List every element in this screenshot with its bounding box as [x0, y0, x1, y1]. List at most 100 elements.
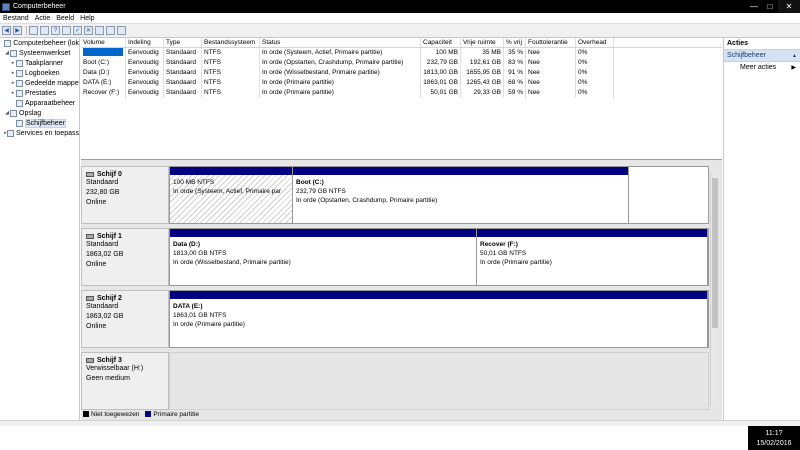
column-header-vrije-ruimte[interactable]: Vrije ruimte — [461, 38, 504, 47]
minimize-button[interactable]: — — [746, 0, 762, 13]
legend-label: Primaire partitie — [153, 410, 199, 418]
partition-recover-f[interactable]: Recover (F:) 50,01 GB NTFS In orde (Prim… — [477, 229, 708, 285]
column-header-indeling[interactable]: Indeling — [126, 38, 164, 47]
legend: Niet toegewezen Primaire partitie — [83, 410, 199, 418]
system-clock[interactable]: 11:1? 15/02/2016 — [748, 426, 800, 450]
column-header-overhead[interactable]: Overhead — [576, 38, 614, 47]
collapse-arrow-icon[interactable]: ▲ — [792, 50, 797, 61]
legend-swatch-primary — [145, 411, 152, 417]
disk-type: Verwisselbaar (H:) — [86, 365, 144, 372]
partition-size: 1813,00 GB NTFS — [173, 250, 227, 257]
disk-info[interactable]: Schijf 3 Verwisselbaar (H:) Geen medium — [81, 352, 169, 410]
disk-size: 1863,02 GB — [86, 313, 124, 320]
column-header-fouttolerantie[interactable]: Fouttolerantie — [526, 38, 576, 47]
disk-icon[interactable] — [95, 26, 104, 35]
close-button[interactable]: ✕ — [778, 0, 800, 13]
folder-icon[interactable] — [29, 26, 38, 35]
tree-item-systeemwerkset[interactable]: ◢ Systeemwerkset — [0, 48, 79, 58]
tree-item-logboeken[interactable]: ▸ Logboeken — [0, 68, 79, 78]
properties-icon[interactable] — [62, 26, 71, 35]
shared-folder-icon — [16, 79, 23, 87]
storage-icon — [10, 109, 17, 117]
table-row[interactable]: Recover (F:) Eenvoudig Standaard NTFS In… — [81, 88, 722, 98]
delete-icon[interactable]: ✕ — [84, 26, 93, 35]
menu-help[interactable]: Help — [77, 15, 97, 22]
disk-state: Online — [86, 323, 107, 330]
volume-list-header: Volume Indeling Type Bestandssysteem Sta… — [81, 38, 722, 48]
column-header-status[interactable]: Status — [260, 38, 421, 47]
removable-disk-icon — [86, 358, 94, 363]
partition-bar — [170, 291, 707, 299]
main-panel: Volume Indeling Type Bestandssysteem Sta… — [81, 38, 722, 420]
search-icon[interactable] — [106, 26, 115, 35]
maximize-button[interactable]: □ — [762, 0, 778, 13]
disk-info[interactable]: Schijf 2 Standaard 1863,02 GB Online — [81, 290, 169, 348]
disk-info[interactable]: Schijf 1 Standaard 1863,02 GB Online — [81, 228, 169, 286]
grid-icon[interactable] — [40, 26, 49, 35]
disk-size: 232,80 GB — [86, 189, 120, 196]
partition-status: In orde (Systeem, Actief, Primaire par — [173, 188, 282, 195]
partition-data-e[interactable]: DATA (E:) 1863,01 GB NTFS In orde (Prima… — [170, 291, 708, 347]
device-icon — [16, 99, 23, 107]
volume-cell-selected[interactable] — [81, 48, 126, 58]
clock-time: 11:1? — [765, 430, 783, 437]
tree-item-schijfbeheer[interactable]: Schijfbeheer — [0, 118, 79, 128]
tree-item-taakplanner[interactable]: ▸ Taakplanner — [0, 58, 79, 68]
check-icon[interactable]: ✓ — [73, 26, 82, 35]
chevron-right-icon: ▶ — [791, 65, 796, 71]
taskbar: 11:1? 15/02/2016 — [0, 426, 800, 450]
legend-label: Niet toegewezen — [91, 410, 140, 418]
tree-item-opslag[interactable]: ◢ Opslag — [0, 108, 79, 118]
tree-item-prestaties[interactable]: ▸ Prestaties — [0, 88, 79, 98]
performance-icon — [16, 89, 23, 97]
table-row[interactable]: Boot (C:) Eenvoudig Standaard NTFS In or… — [81, 58, 722, 68]
disk-info[interactable]: Schijf 0 Standaard 232,80 GB Online — [81, 166, 169, 224]
column-header-capaciteit[interactable]: Capaciteit — [421, 38, 461, 47]
menu-actie[interactable]: Actie — [32, 15, 54, 22]
partition-data-d[interactable]: Data (D:) 1813,00 GB NTFS In orde (Wisse… — [170, 229, 477, 285]
tree-item-gedeelde-mappen[interactable]: ▸ Gedeelde mappe — [0, 78, 79, 88]
help-icon[interactable]: ? — [51, 26, 60, 35]
hard-disk-icon — [86, 234, 94, 239]
disk-type: Standaard — [86, 303, 119, 310]
column-header-percent-vrij[interactable]: % vrij — [504, 38, 526, 47]
table-row[interactable]: DATA (E:) Eenvoudig Standaard NTFS In or… — [81, 78, 722, 88]
partition-size: 50,01 GB NTFS — [480, 250, 527, 257]
scrollbar-thumb[interactable] — [712, 178, 718, 328]
hard-disk-icon — [86, 172, 94, 177]
menu-beeld[interactable]: Beeld — [53, 15, 77, 22]
back-icon[interactable]: ◀ — [2, 26, 11, 35]
partition-strip: Data (D:) 1813,00 GB NTFS In orde (Wisse… — [169, 228, 709, 286]
actions-header: Acties — [724, 38, 800, 50]
partition-size: 1863,01 GB NTFS — [173, 312, 227, 319]
menu-bestand[interactable]: Bestand — [0, 15, 32, 22]
tree-item-services[interactable]: ▸ Services en toepass — [0, 128, 79, 138]
disk-0: Schijf 0 Standaard 232,80 GB Online 100 … — [81, 166, 709, 226]
tree-item-apparaatbeheer[interactable]: Apparaatbeheer — [0, 98, 79, 108]
disk-map: Schijf 0 Standaard 232,80 GB Online 100 … — [81, 160, 722, 420]
forward-icon[interactable]: ▶ — [13, 26, 22, 35]
partition-bar — [170, 229, 476, 237]
clock-icon — [16, 59, 23, 67]
disk-state: Online — [86, 199, 107, 206]
column-header-type[interactable]: Type — [164, 38, 202, 47]
tree-item-computerbeheer[interactable]: Computerbeheer (lok — [0, 38, 79, 48]
disk-type: Standaard — [86, 179, 119, 186]
partition-status: In orde (Primaire partitie) — [173, 321, 245, 328]
actions-section-schijfbeheer[interactable]: Schijfbeheer ▲ — [724, 50, 800, 62]
list-icon[interactable] — [117, 26, 126, 35]
partition-strip: 100 MB NTFS In orde (Systeem, Actief, Pr… — [169, 166, 709, 224]
table-row[interactable]: Eenvoudig Standaard NTFS In orde (Systee… — [81, 48, 722, 58]
partition-system[interactable]: 100 MB NTFS In orde (Systeem, Actief, Pr… — [170, 167, 293, 223]
services-icon — [6, 129, 14, 137]
more-actions-item[interactable]: Meer acties ▶ — [724, 62, 800, 74]
disk-map-scrollbar[interactable] — [710, 172, 718, 406]
column-header-volume[interactable]: Volume — [81, 38, 126, 47]
disk-name: Schijf 1 — [97, 233, 122, 240]
title-bar: Computerbeheer — □ ✕ — [0, 0, 800, 13]
column-header-bestandssysteem[interactable]: Bestandssysteem — [202, 38, 260, 47]
clock-date: 15/02/2016 — [756, 440, 792, 447]
actions-pane: Acties Schijfbeheer ▲ Meer acties ▶ — [723, 38, 800, 420]
partition-boot-c[interactable]: Boot (C:) 232,79 GB NTFS In orde (Opstar… — [293, 167, 629, 223]
table-row[interactable]: Data (D:) Eenvoudig Standaard NTFS In or… — [81, 68, 722, 78]
